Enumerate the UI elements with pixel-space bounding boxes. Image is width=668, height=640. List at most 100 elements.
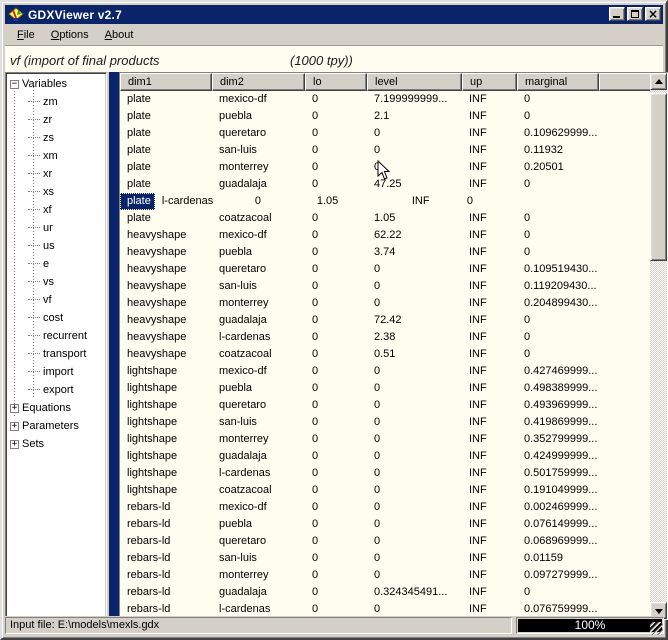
grid-cell[interactable]: lightshape	[120, 465, 212, 482]
grid-cell[interactable]: INF	[462, 465, 517, 482]
tree-item-cost[interactable]: cost	[6, 309, 106, 327]
grid-cell[interactable]: 2.1	[367, 108, 462, 125]
tree-item-xm[interactable]: xm	[6, 147, 106, 165]
tree-item-vs[interactable]: vs	[6, 273, 106, 291]
grid-cell[interactable]: INF	[462, 567, 517, 584]
tree-item-sets[interactable]: +Sets	[6, 435, 106, 453]
grid-cell[interactable]: 0	[367, 465, 462, 482]
grid-cell[interactable]: INF	[462, 312, 517, 329]
grid-cell[interactable]: monterrey	[212, 295, 305, 312]
grid-cell[interactable]: INF	[462, 108, 517, 125]
grid-cell[interactable]: 0	[367, 363, 462, 380]
grid-cell[interactable]: 0	[517, 346, 599, 363]
grid-cell[interactable]: plate	[120, 176, 212, 193]
grid-cell[interactable]: puebla	[212, 380, 305, 397]
grid-cell[interactable]: rebars-ld	[120, 516, 212, 533]
grid-cell[interactable]: 62.22	[367, 227, 462, 244]
column-header-dim1[interactable]: dim1	[120, 73, 212, 91]
grid-cell[interactable]: 0	[305, 176, 367, 193]
close-button[interactable]: ×	[645, 7, 661, 21]
grid-cell[interactable]: 0	[305, 482, 367, 499]
grid-cell[interactable]: coatzacoal	[212, 210, 305, 227]
tree-item-zm[interactable]: zm	[6, 93, 106, 111]
grid-cell[interactable]: 2.38	[367, 329, 462, 346]
grid-cell[interactable]: monterrey	[212, 567, 305, 584]
grid-cell[interactable]: monterrey	[212, 159, 305, 176]
grid-cell[interactable]: l-cardenas	[212, 329, 305, 346]
tree-item-e[interactable]: e	[6, 255, 106, 273]
grid-cell[interactable]: queretaro	[212, 125, 305, 142]
grid-cell[interactable]: 0	[517, 91, 599, 108]
grid-cell[interactable]: 0.498389999...	[517, 380, 599, 397]
grid-cell[interactable]: lightshape	[120, 448, 212, 465]
grid-cell[interactable]: rebars-ld	[120, 550, 212, 567]
grid-cell[interactable]: 0	[517, 108, 599, 125]
grid-cell[interactable]: 0	[367, 261, 462, 278]
grid-cell[interactable]: 0	[305, 567, 367, 584]
column-header-level[interactable]: level	[367, 73, 462, 91]
grid-cell[interactable]: INF	[405, 193, 460, 210]
grid-cell[interactable]: INF	[462, 278, 517, 295]
tree-item-xf[interactable]: xf	[6, 201, 106, 219]
grid-cell[interactable]: coatzacoal	[212, 482, 305, 499]
grid-cell[interactable]: mexico-df	[212, 363, 305, 380]
grid-cell[interactable]: plate	[120, 142, 212, 159]
grid-cell[interactable]: plate	[120, 91, 212, 108]
grid-cell[interactable]: 0	[517, 210, 599, 227]
grid-cell[interactable]: queretaro	[212, 533, 305, 550]
tree-item-ur[interactable]: ur	[6, 219, 106, 237]
grid-cell[interactable]: 0.427469999...	[517, 363, 599, 380]
grid-cell[interactable]: 0	[305, 312, 367, 329]
grid-cell[interactable]: 0.191049999...	[517, 482, 599, 499]
menu-about[interactable]: About	[97, 27, 142, 43]
grid-cell[interactable]: 0	[305, 465, 367, 482]
grid-cell[interactable]: 0	[367, 431, 462, 448]
grid-cell[interactable]: 0.501759999...	[517, 465, 599, 482]
grid-cell[interactable]: lightshape	[120, 397, 212, 414]
grid-cell[interactable]: 0	[517, 584, 599, 601]
grid-cell[interactable]: plate	[120, 210, 212, 227]
grid-cell[interactable]: l-cardenas	[155, 193, 248, 210]
grid-cell[interactable]: 72.42	[367, 312, 462, 329]
grid-cell[interactable]: 0	[305, 295, 367, 312]
grid-cell[interactable]: INF	[462, 414, 517, 431]
tree-item-us[interactable]: us	[6, 237, 106, 255]
grid-cell[interactable]: guadalaja	[212, 312, 305, 329]
grid-cell[interactable]: INF	[462, 227, 517, 244]
tree-item-zr[interactable]: zr	[6, 111, 106, 129]
grid-cell[interactable]: INF	[462, 380, 517, 397]
grid-cell[interactable]: 0	[305, 516, 367, 533]
title-bar[interactable]: GDXViewer v2.7 ×	[5, 5, 663, 24]
grid-cell[interactable]: 0	[305, 159, 367, 176]
grid-cell[interactable]: 0.204899430...	[517, 295, 599, 312]
grid-cell[interactable]: 0.419869999...	[517, 414, 599, 431]
grid-cell[interactable]: 0	[367, 499, 462, 516]
grid-cell[interactable]: puebla	[212, 108, 305, 125]
grid-cell[interactable]: 0	[517, 312, 599, 329]
grid-cell[interactable]: 0.20501	[517, 159, 599, 176]
grid-cell[interactable]: 0	[367, 159, 462, 176]
grid-cell[interactable]: INF	[462, 125, 517, 142]
tree-item-export[interactable]: export	[6, 381, 106, 399]
grid-cell[interactable]: INF	[462, 159, 517, 176]
grid-cell[interactable]: 0.109519430...	[517, 261, 599, 278]
column-header-marginal[interactable]: marginal	[517, 73, 599, 91]
grid-cell[interactable]: 0.324345491...	[367, 584, 462, 601]
grid-cell[interactable]: heavyshape	[120, 312, 212, 329]
scroll-up-button[interactable]	[650, 73, 667, 90]
column-header-lo[interactable]: lo	[305, 73, 367, 91]
grid-cell[interactable]: INF	[462, 550, 517, 567]
column-header-up[interactable]: up	[462, 73, 517, 91]
tree-item-zs[interactable]: zs	[6, 129, 106, 147]
grid-cell[interactable]: guadalaja	[212, 176, 305, 193]
grid-cell[interactable]: 0	[305, 533, 367, 550]
grid-cell[interactable]: INF	[462, 295, 517, 312]
grid-cell[interactable]: mexico-df	[212, 227, 305, 244]
grid-cell[interactable]: 0	[305, 431, 367, 448]
tree-item-equations[interactable]: +Equations	[6, 399, 106, 417]
grid-cell[interactable]: san-luis	[212, 142, 305, 159]
grid-cell[interactable]: INF	[462, 448, 517, 465]
grid-cell[interactable]: INF	[462, 516, 517, 533]
grid-cell[interactable]: mexico-df	[212, 499, 305, 516]
grid-cell[interactable]: 0	[305, 448, 367, 465]
